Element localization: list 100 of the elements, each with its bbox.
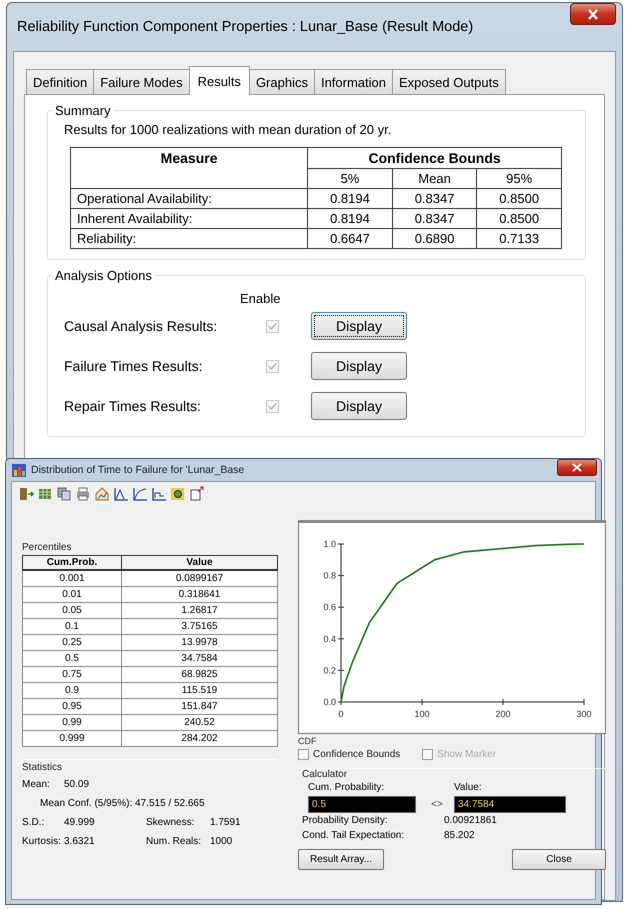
field-label: Cum. Probability: <box>308 782 386 793</box>
stat-label: Mean: <box>22 779 51 790</box>
tick-label: 0.0 <box>323 697 336 707</box>
table-cell: 0.25 <box>22 634 122 650</box>
table-cell: 34.7584 <box>122 650 278 666</box>
probability-field[interactable]: 0.5 <box>308 796 416 813</box>
close-icon <box>587 8 599 20</box>
table-cell: 240.52 <box>122 714 278 730</box>
tab[interactable]: Failure Modes <box>93 69 190 94</box>
step-chart-icon[interactable] <box>151 486 167 502</box>
tick-label: 0.4 <box>323 634 336 644</box>
close-button[interactable] <box>570 3 616 25</box>
table-cell: 13.9978 <box>122 634 278 650</box>
stat-label: S.D.: <box>22 817 46 828</box>
summary-text: Results for 1000 realizations with mean duration of 20 yr. <box>64 122 392 137</box>
stat-label: Skewness: <box>146 817 196 828</box>
tick-label: 0.8 <box>323 570 336 581</box>
field-value: 0.00921861 <box>444 815 497 826</box>
tab[interactable]: Information <box>314 69 394 94</box>
stat-value: 50.09 <box>64 779 90 790</box>
table-cell: 0.8347 <box>392 188 477 208</box>
export-icon[interactable] <box>189 486 205 502</box>
field-label: Probability Density: <box>302 815 389 826</box>
tick-label: 1.0 <box>323 539 336 549</box>
tick-label: 0 <box>338 709 344 719</box>
curve-chart-icon[interactable] <box>132 486 148 502</box>
column-label: Enable <box>240 291 280 306</box>
tick-label: 0.2 <box>323 665 336 676</box>
tab[interactable]: Graphics <box>248 69 315 94</box>
value-field[interactable]: 34.7584 <box>454 796 566 813</box>
table-cell: 0.75 <box>22 666 122 682</box>
table-cell: 0.8500 <box>476 188 562 208</box>
table-cell: 0.01 <box>22 586 122 602</box>
house-chart-icon[interactable] <box>94 486 110 502</box>
close-icon <box>572 463 582 472</box>
copy-icon[interactable] <box>56 486 72 502</box>
checkbox[interactable]: Confidence Bounds <box>298 749 400 760</box>
table-cell: 284.202 <box>122 730 278 746</box>
column-header: Cum.Prob. <box>22 556 122 570</box>
table-cell: 115.519 <box>122 682 278 698</box>
section-title: Calculator <box>302 769 348 780</box>
table-cell: 0.8500 <box>476 208 562 228</box>
column-header: 5% <box>308 168 392 188</box>
section-title: Percentiles <box>22 542 72 553</box>
table-cell: 0.0899167 <box>122 570 278 586</box>
section-title: Statistics <box>22 762 64 773</box>
chart-icon <box>12 464 26 476</box>
swap-label: <> <box>430 799 444 810</box>
table-cell: Inherent Availability: <box>70 208 308 228</box>
table-cell: 3.75165 <box>122 618 278 634</box>
dialog-title: Distribution of Time to Failure for 'Lunar_Base <box>31 464 246 476</box>
stat-label: Num. Reals: <box>146 836 202 847</box>
stat-text: Mean Conf. (5/95%): 47.515 / 52.665 <box>40 798 205 809</box>
option-label: Repair Times Results: <box>64 398 202 414</box>
table-cell: 1.26817 <box>122 602 278 618</box>
printer-icon[interactable] <box>75 486 91 502</box>
table-cell: 0.5 <box>22 650 122 666</box>
tick-label: 100 <box>414 709 430 719</box>
field-value: 85.202 <box>444 830 475 841</box>
table-cell: 0.95 <box>22 698 122 714</box>
tab[interactable]: Exposed Outputs <box>392 69 506 94</box>
table-cell: 0.8194 <box>308 208 392 228</box>
column-header: 95% <box>476 168 562 188</box>
close-dialog-button[interactable]: Close <box>512 849 606 870</box>
table-cell: 0.05 <box>22 602 122 618</box>
field-label: Value: <box>454 782 483 793</box>
table-cell: 0.6890 <box>392 228 477 248</box>
table-cell: 0.6647 <box>308 228 392 248</box>
tab[interactable]: Definition <box>26 69 94 94</box>
result-array-button[interactable]: Result Array... <box>298 849 384 870</box>
peak-chart-icon[interactable] <box>113 486 129 502</box>
stat-value: 3.6321 <box>64 836 96 847</box>
table-cell: 151.847 <box>122 698 278 714</box>
stat-value: 49.999 <box>64 817 96 828</box>
close-button[interactable] <box>557 459 597 476</box>
window-title: Reliability Function Component Properties : Lunar_Base (Result Mode) <box>17 19 474 35</box>
table-cell: 0.999 <box>22 730 122 746</box>
option-label: Causal Analysis Results: <box>64 318 218 334</box>
group-title: Analysis Options <box>54 268 153 283</box>
grid-icon[interactable] <box>37 486 53 502</box>
table-cell: 0.8194 <box>308 188 392 208</box>
table-cell: 0.001 <box>22 570 122 586</box>
table-cell: 0.99 <box>22 714 122 730</box>
stat-value: 1.7591 <box>210 817 241 828</box>
table-cell: 0.9 <box>22 682 122 698</box>
door-arrow-icon[interactable] <box>18 486 34 502</box>
column-header: Confidence Bounds <box>308 148 562 168</box>
column-header: Measure <box>70 148 308 188</box>
tick-label: 0.6 <box>323 602 336 612</box>
table-cell: 0.8347 <box>392 208 477 228</box>
table-cell: Operational Availability: <box>70 188 308 208</box>
tab[interactable]: Results <box>188 66 250 95</box>
tick-label: 300 <box>576 709 592 719</box>
axis-label: CDF <box>298 736 318 746</box>
table-cell: 0.7133 <box>476 228 562 248</box>
option-label: Failure Times Results: <box>64 358 204 374</box>
table-cell: 68.9825 <box>122 666 278 682</box>
stat-label: Kurtosis: <box>22 836 62 847</box>
table-cell: Reliability: <box>70 228 308 248</box>
table-cell: 0.318641 <box>122 586 278 602</box>
